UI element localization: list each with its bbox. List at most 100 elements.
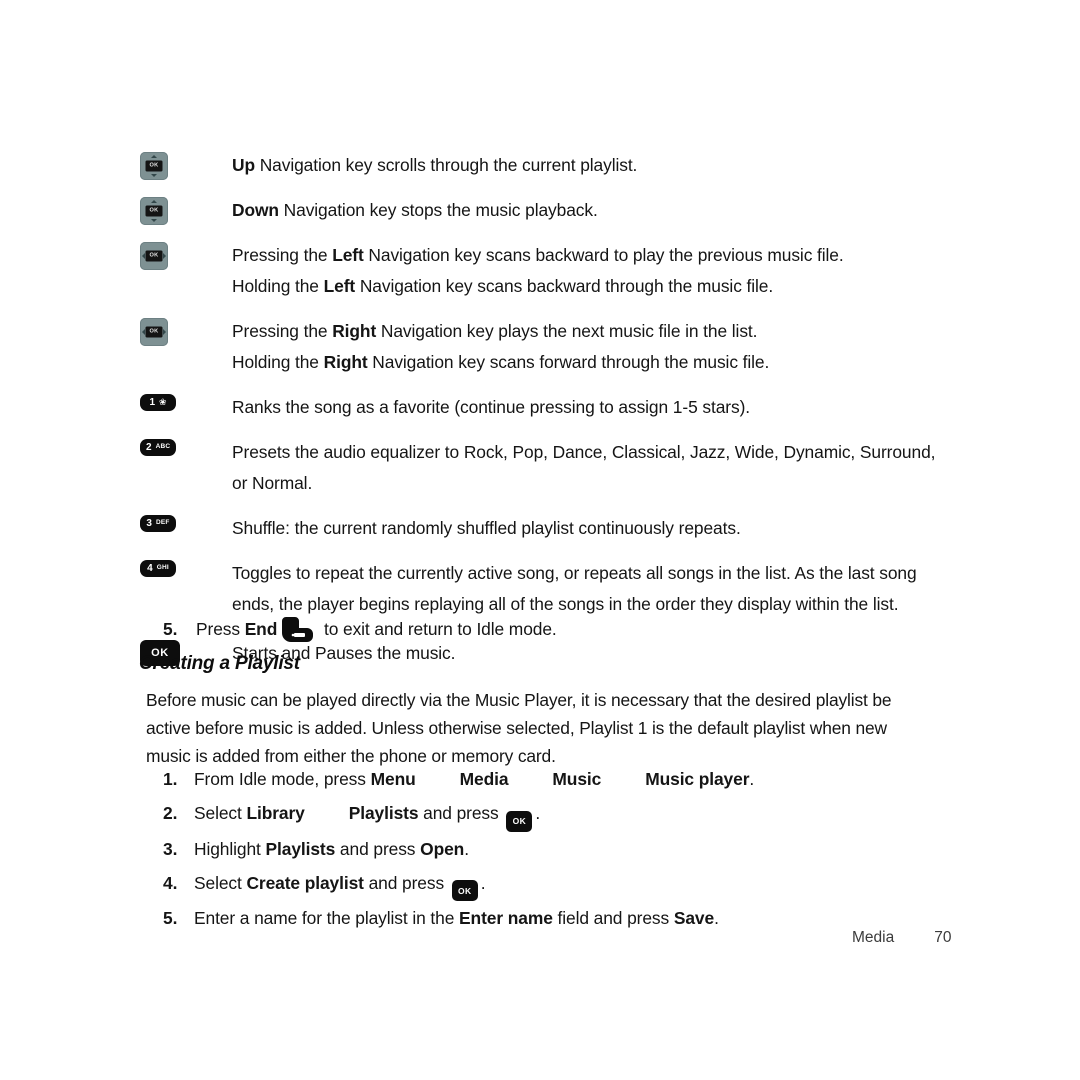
legend-row: OK Up Navigation key scrolls through the… xyxy=(140,150,940,181)
legend-emphasis: Down xyxy=(232,200,279,220)
step-emphasis-enter-name: Enter name xyxy=(459,908,553,928)
step-post: . xyxy=(480,872,486,893)
legend-text: Ranks the song as a favorite (continue p… xyxy=(232,392,940,423)
legend-icon-cell: 4 GHI xyxy=(140,558,232,586)
menu-path-item-music: Music xyxy=(552,769,602,789)
legend-rest: Shuffle: the current randomly shuffled p… xyxy=(232,518,741,538)
step-emphasis-playlists: Playlists xyxy=(348,803,419,823)
end-call-key-icon xyxy=(281,616,315,642)
chevron-right-icon xyxy=(163,253,166,259)
step-pre: Select xyxy=(194,803,247,823)
step-index: 5. xyxy=(163,619,178,639)
legend-emphasis: Left xyxy=(323,276,356,296)
chevron-right-icon xyxy=(163,329,166,335)
chevron-up-icon xyxy=(151,200,157,203)
legend-icon-cell: 3 DEF xyxy=(140,513,232,541)
page-footer: Media 70 xyxy=(852,929,951,947)
legend-icon-cell: OK xyxy=(140,195,232,225)
step-pre: Select xyxy=(194,872,247,893)
step-index: 4. xyxy=(163,872,178,893)
legend-row: 1 ❀ Ranks the song as a favorite (contin… xyxy=(140,392,940,423)
step-emphasis-create-playlist: Create playlist xyxy=(246,872,364,893)
playlist-step-5: 5. Enter a name for the playlist in the … xyxy=(163,901,953,935)
legend-text: Presets the audio equalizer to Rock, Pop… xyxy=(232,437,940,499)
number-key-subscript: ABC xyxy=(155,443,171,451)
step-post: . xyxy=(535,803,541,823)
legend-emphasis: Right xyxy=(323,352,368,372)
ok-key-icon: OK xyxy=(506,810,533,832)
nav-key-center-label: OK xyxy=(145,205,163,217)
step-post: . xyxy=(714,908,719,928)
step-pre: Enter a name for the playlist in the xyxy=(194,908,460,928)
step-mid: and press xyxy=(418,803,504,823)
playlist-step-3: 3. Highlight Playlists and press Open. xyxy=(163,832,953,866)
step-index: 3. xyxy=(163,838,178,859)
step-mid: and press xyxy=(363,872,449,893)
nav-key-center-label: OK xyxy=(145,250,163,262)
legend-row: 2 ABC Presets the audio equalizer to Roc… xyxy=(140,437,940,499)
legend-rest: Navigation key plays the next music file… xyxy=(376,321,758,341)
nav-key-center-label: OK xyxy=(145,326,163,338)
legend-icon-cell: OK xyxy=(140,240,232,270)
step-body: Select Create playlist and press OK. xyxy=(194,866,486,901)
step-index: 2. xyxy=(163,803,178,823)
playlist-step-2: 2. Select Library Playlists and press OK. xyxy=(163,796,953,832)
menu-path-item-menu: Menu xyxy=(370,769,416,789)
number-key-digit: 4 xyxy=(147,562,153,574)
number-key-4-icon: 4 GHI xyxy=(140,560,176,577)
nav-key-down-icon: OK xyxy=(140,197,168,225)
legend-row: OK Pressing the Right Navigation key pla… xyxy=(140,316,940,378)
legend-emphasis: Left xyxy=(332,245,364,265)
step-body: From Idle mode, press Menu Media Music Musi… xyxy=(194,762,754,796)
legend-row: 4 GHI Toggles to repeat the currently ac… xyxy=(140,558,940,620)
section-intro-paragraph: Before music can be played directly via … xyxy=(146,690,892,766)
legend-rest: Presets the audio equalizer to Rock, Pop… xyxy=(232,442,936,493)
legend-rest: Toggles to repeat the currently active s… xyxy=(232,563,917,614)
step-rest: to exit and return to Idle mode. xyxy=(319,619,557,639)
legend-emphasis: Up xyxy=(232,155,255,175)
legend-text: Shuffle: the current randomly shuffled p… xyxy=(232,513,940,544)
number-key-1-icon: 1 ❀ xyxy=(140,394,176,411)
step-mid: and press xyxy=(335,838,421,859)
footer-page-number: 70 xyxy=(934,929,952,946)
step-pre: Highlight xyxy=(194,838,266,859)
legend-text: Pressing the Right Navigation key plays … xyxy=(232,316,940,378)
number-key-subscript: GHI xyxy=(156,564,169,572)
step-index: 5. xyxy=(163,908,178,928)
step-emphasis-playlists: Playlists xyxy=(265,838,336,859)
step-emphasis-library: Library xyxy=(246,803,305,823)
nav-key-up-icon: OK xyxy=(140,152,168,180)
step-mid: field and press xyxy=(552,908,674,928)
legend-rest: Navigation key scans forward through the… xyxy=(367,352,770,372)
legend-icon-cell: 2 ABC xyxy=(140,437,232,465)
number-key-3-icon: 3 DEF xyxy=(140,515,176,532)
legend-text: Down Navigation key stops the music play… xyxy=(232,195,940,226)
manual-page: OK Up Navigation key scrolls through the… xyxy=(0,0,1080,1080)
step-body: Enter a name for the playlist in the Ent… xyxy=(194,901,719,935)
legend-text: Pressing the Left Navigation key scans b… xyxy=(232,240,940,302)
legend-rest: Ranks the song as a favorite (continue p… xyxy=(232,397,750,417)
playlist-step-4: 4. Select Create playlist and press OK. xyxy=(163,866,953,901)
number-key-2-icon: 2 ABC xyxy=(140,439,177,456)
number-key-digit: 1 xyxy=(149,396,155,408)
key-legend-list: OK Up Navigation key scrolls through the… xyxy=(140,150,940,683)
step-emphasis: End xyxy=(244,619,278,639)
legend-rest: Navigation key stops the music playback. xyxy=(278,200,598,220)
legend-emphasis: Right xyxy=(332,321,377,341)
legend-text: Toggles to repeat the currently active s… xyxy=(232,558,940,620)
playlist-steps-list: 1. From Idle mode, press Menu Media Music M… xyxy=(163,762,953,935)
legend-text: Up Navigation key scrolls through the cu… xyxy=(232,150,940,181)
chevron-up-icon xyxy=(151,155,157,158)
number-key-subscript: ❀ xyxy=(159,397,167,407)
step-body: Press End to exit and return to Idle mod… xyxy=(196,614,923,644)
chevron-down-icon xyxy=(151,219,157,222)
legend-row: OK Down Navigation key stops the music p… xyxy=(140,195,940,226)
step-press-end: 5. Press End to exit and return to Idle … xyxy=(163,614,923,644)
legend-icon-cell: 1 ❀ xyxy=(140,392,232,420)
number-key-digit: 2 xyxy=(146,441,152,453)
nav-key-right-icon: OK xyxy=(140,318,168,346)
ok-key-icon: OK xyxy=(451,880,478,901)
legend-row: 3 DEF Shuffle: the current randomly shuf… xyxy=(140,513,940,544)
step-post: . xyxy=(749,769,755,789)
footer-section-label: Media xyxy=(852,929,895,946)
